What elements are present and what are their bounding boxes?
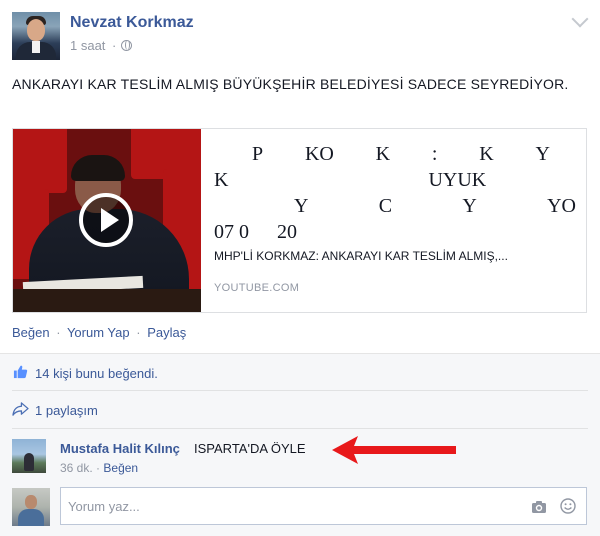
comment-input[interactable]: Yorum yaz... [60, 487, 587, 525]
comment-input-placeholder: Yorum yaz... [68, 499, 140, 514]
link-title[interactable]: P KO K : K Y K UYUK Y C Y YO 07 0 20 [214, 141, 576, 245]
title-fragment: Y [535, 143, 550, 165]
title-fragment: KO [304, 143, 334, 165]
title-fragment: : [431, 143, 438, 165]
comment-author[interactable]: Mustafa Halit Kılınç [60, 441, 180, 456]
post-timestamp[interactable]: 1 saat [70, 38, 105, 53]
title-fragment: Y [294, 195, 309, 217]
author-name[interactable]: Nevzat Korkmaz [70, 14, 194, 32]
title-fragment: UYUK [428, 169, 487, 191]
title-fragment: Y [462, 195, 477, 217]
globe-icon [121, 40, 132, 51]
time-separator: · [112, 38, 117, 53]
current-user-avatar [12, 488, 50, 526]
title-fragment: P [252, 143, 264, 165]
post-text: ANKARAYI KAR TESLİM ALMIŞ BÜYÜKŞEHİR BEL… [12, 76, 569, 92]
title-fragment: K [479, 143, 494, 165]
smiley-icon[interactable] [560, 498, 576, 514]
title-fragment: K [214, 169, 229, 191]
comment-text: ISPARTA'DA ÖYLE [194, 441, 306, 456]
title-fragment: 20 [277, 221, 297, 243]
title-fragment: 07 0 [214, 221, 249, 243]
separator: · [56, 325, 61, 340]
comment-meta: 36 dk. · Beğen [60, 461, 138, 475]
title-fragment: K [375, 143, 391, 165]
share-arrow-icon [12, 402, 29, 416]
thumbs-up-icon [13, 365, 28, 379]
separator: · [136, 325, 141, 340]
commenter-avatar[interactable] [12, 439, 46, 473]
title-fragment: YO [547, 195, 576, 217]
link-preview-card[interactable]: P KO K : K Y K UYUK Y C Y YO 07 0 20 MHP… [12, 128, 587, 313]
link-description: MHP'Lİ KORKMAZ: ANKARAYI KAR TESLİM ALMI… [214, 249, 508, 263]
like-button[interactable]: Beğen [12, 325, 50, 340]
comment-like-button[interactable]: Beğen [103, 461, 138, 475]
author-avatar[interactable] [12, 12, 60, 60]
divider [12, 390, 588, 391]
camera-icon[interactable] [531, 500, 547, 514]
shares-count[interactable]: 1 paylaşım [35, 403, 98, 418]
comment-button[interactable]: Yorum Yap [67, 325, 130, 340]
red-arrow-icon [332, 436, 456, 464]
share-button[interactable]: Paylaş [147, 325, 186, 340]
likes-count[interactable]: 14 kişi bunu beğendi. [35, 366, 158, 381]
separator: · [96, 461, 101, 475]
comment-time[interactable]: 36 dk. [60, 461, 93, 475]
title-fragment: C [378, 195, 393, 217]
video-thumbnail[interactable] [13, 129, 201, 312]
post-actions: Beğen · Yorum Yap · Paylaş [12, 325, 186, 340]
chevron-down-icon[interactable] [571, 10, 589, 28]
divider [12, 428, 588, 429]
link-source: YOUTUBE.COM [214, 282, 300, 294]
play-icon[interactable] [79, 193, 133, 247]
